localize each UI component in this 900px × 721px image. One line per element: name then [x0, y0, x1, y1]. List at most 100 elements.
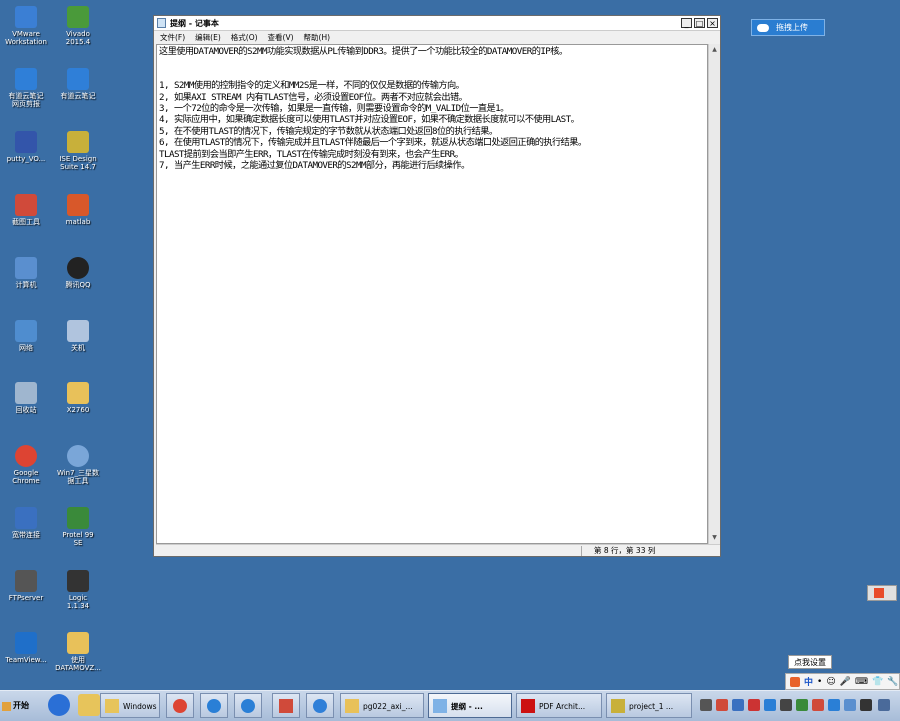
text-line — [159, 69, 705, 80]
desktop-icon-network[interactable]: 网络 — [0, 320, 52, 352]
desktop-icon-chrome[interactable]: Google Chrome — [0, 445, 52, 485]
taskbar-button-chrome[interactable] — [166, 693, 194, 718]
network-icon — [15, 320, 37, 342]
scroll-down-arrow-icon[interactable]: ▼ — [710, 533, 719, 543]
tray-app-icon-6[interactable] — [780, 699, 792, 711]
emoji-icon[interactable]: ☺ — [826, 677, 835, 687]
menu-edit[interactable]: 编辑(E) — [195, 32, 221, 43]
desktop-icon-youdao-clip[interactable]: 有道云笔记 网页剪报 — [0, 68, 52, 108]
desktop-icon-ftp-server[interactable]: FTPserver — [0, 570, 52, 602]
tray-app-icon-5[interactable] — [764, 699, 776, 711]
tools-icon[interactable]: 🔧 — [887, 677, 898, 687]
ime-toolbar: 中 • ☺ 🎤 ⌨ 👕 🔧 — [785, 673, 900, 690]
desktop-icon-vmware[interactable]: VMware Workstation — [0, 6, 52, 46]
chrome-icon — [173, 699, 187, 713]
qq-icon — [67, 257, 89, 279]
desktop-icon-putty[interactable]: putty_VO... — [0, 131, 52, 163]
desktop-icon-label: 网络 — [19, 344, 33, 352]
tray-app-icon-10[interactable] — [844, 699, 856, 711]
tray-app-icon-9[interactable] — [828, 699, 840, 711]
voice-input-icon[interactable]: 🎤 — [840, 677, 851, 687]
desktop-icon-computer[interactable]: 计算机 — [0, 257, 52, 289]
tray-app-icon-11[interactable] — [860, 699, 872, 711]
desktop-icon-qq[interactable]: 腾讯QQ — [52, 257, 104, 289]
menu-help[interactable]: 帮助(H) — [304, 32, 331, 43]
desktop-icon-ise[interactable]: ISE Design Suite 14.7 — [52, 131, 104, 171]
scroll-up-arrow-icon[interactable]: ▲ — [710, 45, 719, 55]
text-editor[interactable]: 这里使用DATAMOVER的S2MM功能实现数据从PL传输到DDR3。提供了一个… — [156, 44, 708, 544]
desktop-icon-matlab[interactable]: matlab — [52, 194, 104, 226]
side-widget[interactable] — [867, 585, 897, 601]
taskbar-button-sogou[interactable] — [200, 693, 228, 718]
taskbar-button-pdf-architect[interactable]: PDF Archit... — [516, 693, 602, 718]
ie-icon[interactable] — [48, 694, 70, 716]
skin-icon[interactable]: 👕 — [872, 677, 883, 687]
sogou-ime-icon[interactable] — [790, 676, 800, 687]
ime-language-toggle[interactable]: 中 — [804, 675, 813, 688]
text-line: 这里使用DATAMOVER的S2MM功能实现数据从PL传输到DDR3。提供了一个… — [159, 46, 568, 57]
desktop-icon-teamviewer[interactable]: TeamView... — [0, 632, 52, 664]
samsung-tool-icon — [67, 445, 89, 467]
text-line: TLAST提前到会当即产生ERR，TLAST在传输完成时刻没有到来，也会产生ER… — [159, 148, 464, 160]
tray-app-icon-4[interactable] — [748, 699, 760, 711]
desktop-icon-youdao-note[interactable]: 有道云笔记 — [52, 68, 104, 100]
desktop-icon-vivado[interactable]: Vivado 2015.4 — [52, 6, 104, 46]
desktop-icon-label: 截图工具 — [12, 218, 40, 226]
windows-logo-icon — [2, 701, 11, 711]
taskbar-button-windows-explorer[interactable]: Windows ... — [100, 693, 160, 718]
vertical-scrollbar[interactable]: ▲ ▼ — [708, 44, 720, 544]
maximize-button[interactable]: □ — [694, 18, 705, 28]
broadband-icon — [15, 507, 37, 529]
menu-view[interactable]: 查看(V) — [268, 32, 294, 43]
settings-tooltip: 点我设置 — [788, 655, 832, 669]
tray-app-icon-12[interactable] — [878, 699, 890, 711]
explorer-icon[interactable] — [78, 694, 100, 716]
start-label: 开始 — [13, 701, 29, 710]
menu-format[interactable]: 格式(O) — [231, 32, 258, 43]
taskbar-button-notepad[interactable]: 提纲 - ... — [428, 693, 512, 718]
tray-app-icon-2[interactable] — [716, 699, 728, 711]
desktop-icon-label: Vivado 2015.4 — [65, 30, 91, 46]
protel-icon — [67, 507, 89, 529]
taskbar-button-vivado-project[interactable]: project_1 ... — [606, 693, 692, 718]
punctuation-toggle-icon[interactable]: • — [817, 677, 822, 687]
text-line: 5, 在不使用TLAST的情况下，传输完规定的字节数就从状态端口处返回8位的执行… — [159, 125, 498, 137]
baidu-cloud-icon — [241, 699, 255, 713]
tray-app-icon-1[interactable] — [700, 699, 712, 711]
minimize-button[interactable]: _ — [681, 18, 692, 28]
desktop-icon-label: X2760 — [66, 406, 90, 414]
keyboard-icon[interactable]: ⌨ — [855, 677, 868, 687]
desktop-icon-logic[interactable]: Logic 1.1.34 — [52, 570, 104, 610]
desktop-icon-label: 回收站 — [15, 406, 37, 414]
notepad-icon — [157, 18, 166, 28]
desktop-icon-recycle-bin[interactable]: 回收站 — [0, 382, 52, 414]
desktop-icon-shutdown[interactable]: 关机 — [52, 320, 104, 352]
window-title: 提纲 - 记事本 — [170, 18, 219, 28]
desktop-icon-broadband[interactable]: 宽带连接 — [0, 507, 52, 539]
notepad-icon — [433, 699, 447, 713]
desktop: VMware Workstation Vivado 2015.4 有道云笔记 网… — [0, 0, 900, 690]
taskbar-button-pdf-reader[interactable]: pg022_axi_... — [340, 693, 424, 718]
taskbar-button-baidu-cloud[interactable] — [234, 693, 262, 718]
drag-upload-button[interactable]: 拖拽上传 — [751, 19, 825, 36]
tray-app-icon-8[interactable] — [812, 699, 824, 711]
desktop-icon-folder-datamover[interactable]: 使用 DATAMOVZ... — [52, 632, 104, 672]
desktop-icon-samsung-tool[interactable]: Win7_三星数 据工具 — [52, 445, 104, 485]
tray-app-icon-7[interactable] — [796, 699, 808, 711]
tray-app-icon-3[interactable] — [732, 699, 744, 711]
taskbar-button-note[interactable] — [306, 693, 334, 718]
taskbar: 开始 Windows ... pg022_axi_... 提纲 - ... PD… — [0, 690, 900, 721]
vmware-icon — [15, 6, 37, 28]
desktop-icon-snipping-tool[interactable]: 截图工具 — [0, 194, 52, 226]
desktop-icon-protel[interactable]: Protel 99 SE — [52, 507, 104, 547]
notepad-titlebar[interactable]: 提纲 - 记事本 _ □ × — [154, 16, 720, 31]
menu-file[interactable]: 文件(F) — [160, 32, 185, 43]
taskbar-button-label: PDF Archit... — [539, 702, 586, 711]
windows-explorer-icon — [105, 699, 119, 713]
close-button[interactable]: × — [707, 18, 718, 28]
menu-bar: 文件(F) 编辑(E) 格式(O) 查看(V) 帮助(H) — [154, 31, 720, 44]
start-button[interactable]: 开始 — [2, 695, 34, 717]
taskbar-button-snipping-tool[interactable] — [272, 693, 300, 718]
desktop-icon-label: FTPserver — [8, 594, 44, 602]
desktop-icon-folder-x2760[interactable]: X2760 — [52, 382, 104, 414]
